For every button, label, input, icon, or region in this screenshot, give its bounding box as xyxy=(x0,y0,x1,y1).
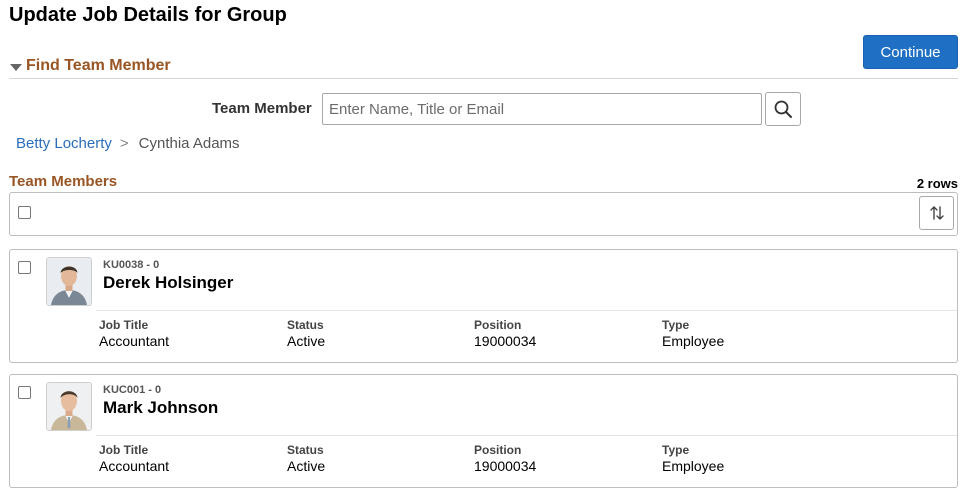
breadcrumb: Betty Locherty > Cynthia Adams xyxy=(16,135,240,152)
select-all-checkbox[interactable] xyxy=(18,206,31,219)
type-field: Type Employee xyxy=(662,318,724,350)
team-members-title: Team Members xyxy=(9,173,118,190)
job-title-value: Accountant xyxy=(99,458,170,474)
breadcrumb-current: Cynthia Adams xyxy=(138,135,240,152)
row-select-checkbox[interactable] xyxy=(18,386,31,399)
grid-toolbar xyxy=(9,192,958,236)
position-value: 19000034 xyxy=(474,458,537,474)
status-value: Active xyxy=(287,333,326,349)
row-select-checkbox[interactable] xyxy=(18,261,31,274)
employee-id: KU0038 - 0 xyxy=(103,259,160,271)
section-divider xyxy=(9,78,958,79)
job-title-label: Job Title xyxy=(99,443,149,457)
job-title-label: Job Title xyxy=(99,318,149,332)
position-field: Position 19000034 xyxy=(474,443,536,475)
find-team-member-toggle[interactable]: Find Team Member xyxy=(10,57,171,75)
job-title-field: Job Title Accountant xyxy=(99,318,169,350)
team-member-row[interactable]: KU0038 - 0 Derek Holsinger Job Title Acc… xyxy=(9,249,958,363)
avatar xyxy=(46,382,92,431)
person-photo-icon xyxy=(47,383,91,430)
search-icon xyxy=(774,100,792,118)
job-title-field: Job Title Accountant xyxy=(99,443,169,475)
position-label: Position xyxy=(474,443,522,457)
section-title: Find Team Member xyxy=(26,57,171,74)
position-field: Position 19000034 xyxy=(474,318,536,350)
card-divider xyxy=(96,435,957,436)
employee-name: Mark Johnson xyxy=(103,398,219,417)
type-value: Employee xyxy=(662,333,725,349)
position-label: Position xyxy=(474,318,522,332)
continue-button[interactable]: Continue xyxy=(863,35,958,69)
position-value: 19000034 xyxy=(474,333,537,349)
type-label: Type xyxy=(662,318,690,332)
sort-button[interactable] xyxy=(919,196,954,230)
card-divider xyxy=(96,310,957,311)
team-member-label: Team Member xyxy=(212,100,312,117)
status-field: Status Active xyxy=(287,443,325,475)
job-title-value: Accountant xyxy=(99,333,170,349)
page-title: Update Job Details for Group xyxy=(9,4,287,26)
status-field: Status Active xyxy=(287,318,325,350)
team-member-search-input[interactable] xyxy=(322,93,762,125)
employee-name: Derek Holsinger xyxy=(103,273,234,292)
type-label: Type xyxy=(662,443,690,457)
row-count: 2 rows xyxy=(916,176,958,191)
search-button[interactable] xyxy=(765,92,801,126)
employee-id: KUC001 - 0 xyxy=(103,384,162,396)
type-value: Employee xyxy=(662,458,725,474)
triangle-down-icon xyxy=(10,63,22,71)
avatar xyxy=(46,257,92,306)
breadcrumb-separator: > xyxy=(119,135,129,152)
sort-icon xyxy=(929,206,944,220)
person-photo-icon xyxy=(47,258,91,305)
status-value: Active xyxy=(287,458,326,474)
breadcrumb-link-parent[interactable]: Betty Locherty xyxy=(16,135,112,152)
status-label: Status xyxy=(287,318,324,332)
status-label: Status xyxy=(287,443,324,457)
type-field: Type Employee xyxy=(662,443,724,475)
team-member-row[interactable]: KUC001 - 0 Mark Johnson Job Title Accoun… xyxy=(9,374,958,488)
